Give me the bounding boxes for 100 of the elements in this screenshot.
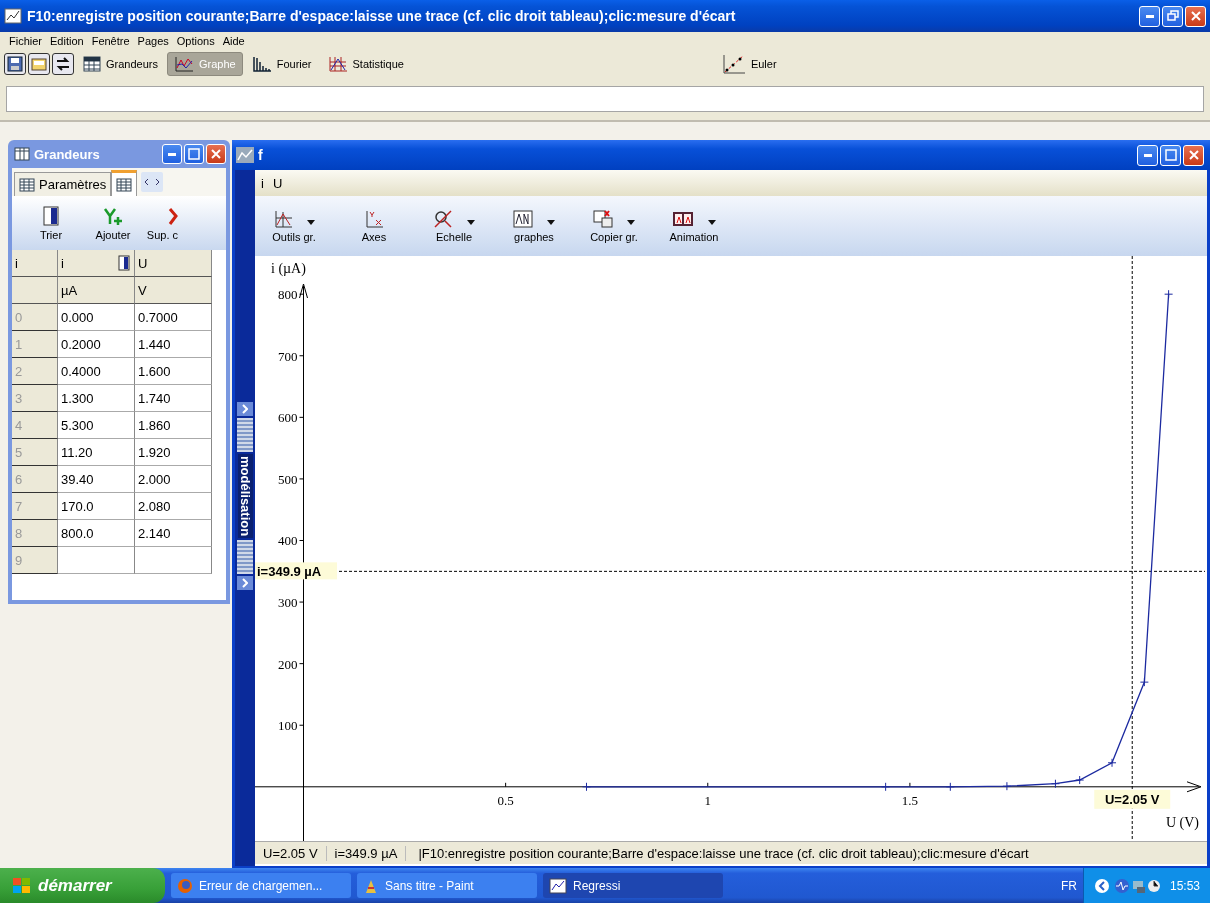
minimize-button[interactable]	[1139, 5, 1160, 27]
minimize-icon	[168, 152, 176, 156]
table-cell: 1.740	[135, 385, 212, 412]
tray-icons-drawing[interactable]	[1113, 877, 1162, 894]
expand-button[interactable]	[237, 576, 253, 591]
status-text: U=2.05 V	[255, 845, 327, 861]
tool-button[interactable]: Trier	[22, 205, 80, 241]
data-point	[1075, 775, 1085, 785]
table-cell: 0.2000	[58, 331, 135, 358]
close-button[interactable]	[1185, 5, 1206, 27]
tool-button[interactable]: Sup. c	[146, 205, 178, 241]
menu-item[interactable]: Fenêtre	[91, 35, 130, 47]
toolbar-button[interactable]: Fourier	[244, 52, 319, 76]
row-number: 4	[12, 412, 58, 439]
toolbar-button[interactable]: Grandeurs	[76, 52, 165, 76]
minimize-button[interactable]	[162, 144, 182, 164]
close-icon	[1187, 149, 1200, 161]
window-title: f	[258, 147, 263, 163]
table-cell: 5.300	[58, 412, 135, 439]
tick-label: 1	[704, 792, 711, 808]
table-cell: 39.40	[58, 466, 135, 493]
tab[interactable]	[111, 170, 138, 196]
caret-icon	[627, 220, 635, 225]
table-icon	[19, 177, 35, 192]
taskbar-button[interactable]: Regressi	[543, 873, 723, 898]
tool-button[interactable]: Outils gr.	[259, 209, 329, 243]
data-point	[881, 782, 891, 792]
tool-button[interactable]: Copier gr.	[579, 209, 649, 243]
header-cell: U	[135, 250, 212, 277]
grip-handle[interactable]	[237, 418, 253, 452]
table-cell: 1.860	[135, 412, 212, 439]
menu-item[interactable]: Aide	[222, 35, 245, 47]
restore-button[interactable]	[1162, 5, 1183, 27]
menu-item[interactable]: Fichier	[9, 35, 42, 47]
row-number: 3	[12, 385, 58, 412]
toolbar-button[interactable]: Euler	[714, 52, 784, 76]
table-icon	[116, 177, 133, 192]
graph-tools-icon	[273, 209, 293, 228]
close-icon	[210, 148, 222, 160]
taskbar-button[interactable]: Erreur de chargemen...	[171, 873, 351, 898]
histogram-icon	[327, 56, 348, 72]
data-point	[1107, 758, 1117, 768]
close-button[interactable]	[1183, 144, 1204, 166]
panel-title: Grandeurs	[34, 146, 100, 162]
window-title: F10:enregistre position courante;Barre d'espace:laisse une trace (cf. clic droit tableau);clic:mesure d'écart	[27, 8, 736, 24]
chevron-icon[interactable]	[1093, 877, 1110, 894]
caret-icon	[307, 220, 315, 225]
minimize-button[interactable]	[1137, 144, 1158, 166]
header-cell: i	[12, 250, 58, 277]
minimize-icon	[1145, 14, 1154, 18]
row-number: 5	[12, 439, 58, 466]
tool-button[interactable]: Axes	[339, 209, 409, 243]
table-icon	[83, 56, 101, 72]
variable-tab[interactable]: U	[272, 175, 283, 191]
menu-item[interactable]: Pages	[137, 35, 169, 47]
side-tab[interactable]: modélisation	[237, 454, 253, 539]
graph-icon	[236, 147, 254, 163]
table-cell: 800.0	[58, 520, 135, 547]
swap-button[interactable]	[52, 53, 74, 75]
tool-button[interactable]: Ajouter	[84, 205, 142, 241]
maximize-icon	[1164, 149, 1177, 161]
sort-icon	[118, 255, 130, 271]
table-cell: 2.140	[135, 520, 212, 547]
data-point	[1139, 677, 1149, 687]
data-point	[582, 782, 591, 792]
menu-item[interactable]: Edition	[50, 35, 84, 47]
tick-label: 1.5	[901, 792, 918, 808]
app-icon	[4, 7, 22, 25]
axis-label: i (µA)	[271, 261, 306, 276]
toolbar-button[interactable]: Statistique	[320, 52, 411, 76]
variable-tab[interactable]: i	[261, 175, 264, 191]
table-cell: 170.0	[58, 493, 135, 520]
menu-item[interactable]: Options	[176, 35, 215, 47]
unit-cell: µA	[58, 277, 135, 304]
tool-button[interactable]: Animation	[659, 209, 729, 243]
table-cell: 0.7000	[135, 304, 212, 331]
tool-button[interactable]: Echelle	[419, 209, 489, 243]
row-number: 8	[12, 520, 58, 547]
delete-icon	[168, 205, 178, 226]
cursor-label: i=349.9 µA	[255, 562, 337, 580]
maximize-button[interactable]	[184, 144, 204, 164]
save-button[interactable]	[4, 53, 26, 75]
table-cell: 1.600	[135, 358, 212, 385]
grip-handle[interactable]	[237, 540, 253, 575]
tick-label: 800	[278, 287, 298, 303]
tab[interactable]: Paramètres	[14, 172, 112, 196]
taskbar-button[interactable]: Sans titre - Paint	[357, 873, 537, 898]
tick-label: 100	[278, 718, 298, 734]
close-button[interactable]	[206, 144, 226, 164]
open-button[interactable]	[28, 53, 50, 75]
command-field[interactable]	[6, 86, 1204, 112]
maximize-button[interactable]	[1160, 144, 1181, 166]
data-point	[1002, 781, 1012, 791]
language-indicator[interactable]: FR	[1060, 878, 1077, 893]
copy-icon	[593, 209, 613, 228]
close-icon	[1189, 10, 1202, 22]
swap-arrows-icon	[54, 55, 72, 73]
tool-button[interactable]: graphes	[499, 209, 569, 243]
scatter-plot-icon	[721, 54, 746, 74]
tab-scroll-button[interactable]	[141, 172, 164, 192]
